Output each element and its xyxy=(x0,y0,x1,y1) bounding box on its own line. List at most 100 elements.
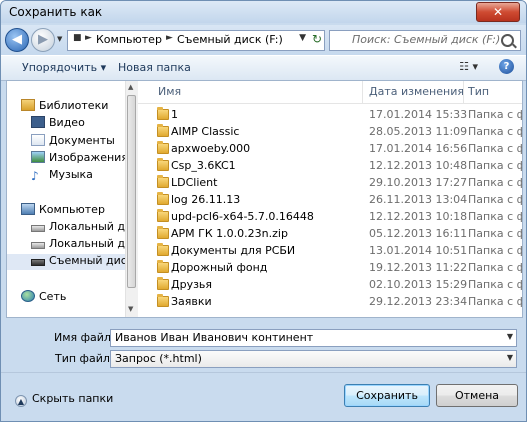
breadcrumb-separator[interactable]: ► xyxy=(166,33,173,43)
computer-icon xyxy=(21,203,35,215)
scroll-up-icon[interactable]: ▲ xyxy=(128,83,133,91)
file-row[interactable]: Дорожный фонд 19.12.2013 11:22 Папка с ф xyxy=(138,260,522,277)
sidebar-item-network[interactable]: Сеть xyxy=(21,290,66,306)
file-type: Папка с ф xyxy=(468,176,522,189)
video-icon xyxy=(31,116,45,128)
search-input[interactable]: Поиск: Съемный диск (F:) xyxy=(329,30,521,51)
file-row[interactable]: Заявки 29.12.2013 23:34 Папка с ф xyxy=(138,294,522,311)
folder-icon xyxy=(157,124,169,137)
sidebar-item-documents[interactable]: Документы xyxy=(31,134,115,150)
content-area: Библиотеки Видео Документы Изображения ♪… xyxy=(6,80,523,318)
file-row[interactable]: upd-pcl6-x64-5.7.0.16448 12.12.2013 10:18… xyxy=(138,209,522,226)
save-button[interactable]: Сохранить xyxy=(344,384,430,407)
folder-icon xyxy=(157,226,169,239)
refresh-icon[interactable]: ↻ xyxy=(312,32,322,46)
file-name: AIMP Classic xyxy=(171,125,240,138)
column-divider[interactable] xyxy=(463,81,464,103)
forward-button[interactable]: ▶ xyxy=(31,28,55,52)
sidebar-item-video[interactable]: Видео xyxy=(31,116,85,132)
close-button[interactable]: ✕ xyxy=(476,2,520,22)
file-date: 12.12.2013 10:48 xyxy=(369,159,468,172)
chevron-down-icon[interactable]: ▼ xyxy=(507,332,513,341)
new-folder-button[interactable]: Новая папка xyxy=(118,61,191,74)
sidebar-item-pictures[interactable]: Изображения xyxy=(31,151,125,167)
file-type: Папка с ф xyxy=(468,244,522,257)
sidebar-item-music[interactable]: ♪ Музыка xyxy=(31,168,93,184)
drive-icon xyxy=(31,242,45,249)
column-divider[interactable] xyxy=(362,81,363,103)
window-title: Сохранить как xyxy=(9,5,103,19)
sidebar-scroll-thumb[interactable] xyxy=(127,95,136,288)
file-name: АРМ ГК 1.0.0.23n.zip xyxy=(171,227,288,240)
file-date: 28.05.2013 11:09 xyxy=(369,125,468,138)
breadcrumb-separator[interactable]: ► xyxy=(85,33,92,43)
file-type: Папка с ф xyxy=(468,159,522,172)
file-row[interactable]: Друзья 02.10.2013 15:29 Папка с ф xyxy=(138,277,522,294)
drive-icon: ■ xyxy=(73,33,82,43)
title-bar[interactable]: Сохранить как ✕ xyxy=(1,1,526,23)
file-type: Папка с ф xyxy=(468,193,522,206)
column-header-type[interactable]: Тип xyxy=(468,85,489,98)
file-row[interactable]: apxwoeby.000 17.01.2014 16:56 Папка с ф xyxy=(138,141,522,158)
file-row[interactable]: LDClient 29.10.2013 17:27 Папка с ф xyxy=(138,175,522,192)
save-as-dialog: Сохранить как ✕ ◀ ▶ ▼ ■ ► Компьютер ► Съ… xyxy=(0,0,527,422)
file-date: 29.10.2013 17:27 xyxy=(369,176,468,189)
breadcrumb-removable-drive[interactable]: Съемный диск (F:) xyxy=(177,33,283,46)
file-row[interactable]: AIMP Classic 28.05.2013 11:09 Папка с ф xyxy=(138,124,522,141)
address-bar[interactable]: ■ ► Компьютер ► Съемный диск (F:) ▼ ↻ xyxy=(67,30,325,51)
file-date: 29.12.2013 23:34 xyxy=(369,295,468,308)
file-row[interactable]: Csp_3.6KC1 12.12.2013 10:48 Папка с ф xyxy=(138,158,522,175)
sidebar-item-removable-drive[interactable]: Съемный диск ( xyxy=(7,254,125,270)
command-toolbar: Упорядочить ▾ Новая папка ☷ ▾ ? xyxy=(1,55,526,81)
scroll-down-icon[interactable]: ▼ xyxy=(128,305,133,313)
sidebar-scrollbar[interactable]: ▲ ▼ xyxy=(125,81,138,317)
sidebar-item-computer[interactable]: Компьютер xyxy=(21,203,105,219)
folder-icon xyxy=(157,192,169,205)
sidebar-item-libraries[interactable]: Библиотеки xyxy=(21,99,108,115)
recent-pages-dropdown[interactable]: ▼ xyxy=(57,35,63,43)
sidebar-item-local-disk-d[interactable]: Локальный диск xyxy=(31,237,125,253)
file-date: 12.12.2013 10:18 xyxy=(369,210,468,223)
documents-icon xyxy=(31,134,45,146)
file-name: Друзья xyxy=(171,278,213,291)
file-date: 19.12.2013 11:22 xyxy=(369,261,468,274)
file-row[interactable]: log 26.11.13 26.11.2013 13:04 Папка с ф xyxy=(138,192,522,209)
sidebar-item-local-disk-c[interactable]: Локальный диск xyxy=(31,220,125,236)
search-icon[interactable] xyxy=(501,34,514,47)
cancel-button[interactable]: Отмена xyxy=(436,384,518,407)
file-name: Документы для РСБИ xyxy=(171,244,296,257)
file-row[interactable]: Документы для РСБИ 13.01.2014 10:51 Папка … xyxy=(138,243,522,260)
file-date: 05.12.2013 16:11 xyxy=(369,227,468,240)
folder-icon xyxy=(157,158,169,171)
folder-icon xyxy=(157,277,169,290)
filetype-value: Запрос (*.html) xyxy=(115,352,202,365)
back-button[interactable]: ◀ xyxy=(5,28,29,52)
file-name: upd-pcl6-x64-5.7.0.16448 xyxy=(171,210,314,223)
address-row: ◀ ▶ ▼ ■ ► Компьютер ► Съемный диск (F:) … xyxy=(1,25,526,55)
hide-folders-button[interactable]: ▲ Скрыть папки xyxy=(15,392,113,407)
music-icon: ♪ xyxy=(31,169,39,183)
file-name: Заявки xyxy=(171,295,212,308)
file-type: Папка с ф xyxy=(468,278,522,291)
file-row[interactable]: АРМ ГК 1.0.0.23n.zip 05.12.2013 16:11 Папк… xyxy=(138,226,522,243)
column-header-name[interactable]: Имя xyxy=(158,85,181,98)
organize-button[interactable]: Упорядочить ▾ xyxy=(22,61,106,74)
folder-icon xyxy=(157,175,169,188)
view-options-icon[interactable]: ☷ ▾ xyxy=(459,60,478,73)
library-icon xyxy=(21,99,35,111)
address-dropdown-icon[interactable]: ▼ xyxy=(299,33,306,43)
file-name: apxwoeby.000 xyxy=(171,142,251,155)
breadcrumb-computer[interactable]: Компьютер xyxy=(96,33,162,46)
chevron-down-icon[interactable]: ▼ xyxy=(507,353,513,362)
column-header-date[interactable]: Дата изменения xyxy=(369,85,464,98)
filetype-select[interactable]: Запрос (*.html) ▼ xyxy=(110,350,517,368)
folder-icon xyxy=(157,243,169,256)
file-name: LDClient xyxy=(171,176,218,189)
file-date: 13.01.2014 10:51 xyxy=(369,244,468,257)
drive-icon xyxy=(31,225,45,232)
navigation-pane: Библиотеки Видео Документы Изображения ♪… xyxy=(7,81,125,317)
filename-input[interactable]: Иванов Иван Иванович континент ▼ xyxy=(110,329,517,347)
file-row[interactable]: 1 17.01.2014 15:33 Папка с ф xyxy=(138,107,522,124)
file-date: 17.01.2014 16:56 xyxy=(369,142,468,155)
help-icon[interactable]: ? xyxy=(499,59,514,74)
